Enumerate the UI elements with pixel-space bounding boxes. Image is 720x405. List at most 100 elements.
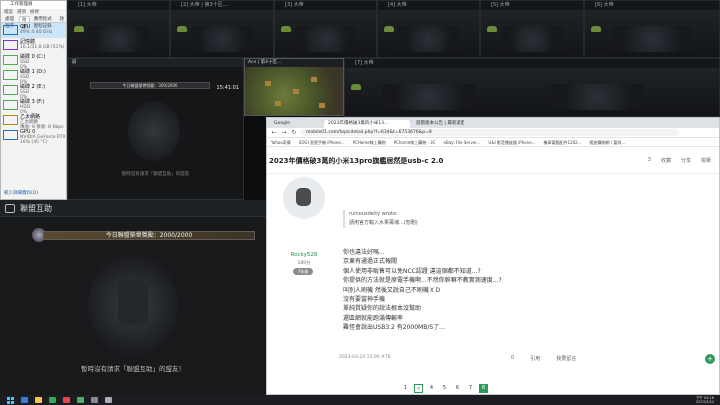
sparkline-graph <box>3 100 18 110</box>
progress-label: 今日聯盟榮譽獎勵：2000/2000 <box>105 232 193 239</box>
tab-processes[interactable]: 處理程序 <box>3 16 17 29</box>
app-icon[interactable] <box>105 397 112 403</box>
fewer-details-link[interactable]: 較少詳細資料(D) <box>4 190 38 196</box>
post-body: 你也違法好嗎... 京東有通過正式報關 個人使用非販售可以免NCC認證 違這個都不知… <box>343 248 502 333</box>
report-button[interactable]: 檢舉 <box>701 157 711 164</box>
map-view[interactable] <box>245 67 343 115</box>
tab-app-history[interactable]: 應用程式歷程記錄 <box>32 16 56 29</box>
tab-startup[interactable]: 啟 <box>58 16 67 22</box>
quote-button[interactable]: 引用 <box>530 355 540 362</box>
post-like-count[interactable]: 0 <box>511 355 514 362</box>
game-window-map[interactable]: Ace | 第4十区... <box>244 58 344 116</box>
bookmark-item[interactable]: eBay: File Server... <box>444 138 481 146</box>
page-button[interactable]: 4 <box>427 384 436 393</box>
game-tile[interactable]: [3] 大帝 <box>274 0 377 58</box>
user-name[interactable]: Rocky528 <box>279 252 329 258</box>
empty-help-message: 暫時沒有請求「聯盟互助」的盟友 <box>121 172 190 177</box>
perf-item[interactable]: 磁碟 2 (E:) SSD 0% <box>1 83 66 100</box>
reply-button[interactable]: 我要留言 <box>556 355 576 362</box>
folder-icon[interactable] <box>35 397 42 403</box>
task-manager-title: 工作管理員 <box>1 1 66 9</box>
like-count[interactable]: 3 <box>648 157 651 164</box>
game-clock: 15:41:01 <box>216 85 239 91</box>
page-button[interactable]: 7 <box>466 384 475 393</box>
sparkline-graph <box>3 25 18 35</box>
bookmark-item[interactable]: 蝦皮購物網 / 臺灣... <box>590 138 626 146</box>
panel-header: 聯盟互助 <box>0 200 266 217</box>
desktop: [1] 大帝 [2] 大帝 | 第3十区... [3] 大帝 [4] 大帝 [5… <box>0 0 720 405</box>
game-app-icon[interactable] <box>77 397 84 403</box>
prev-page-button[interactable]: < <box>414 384 423 393</box>
avatar[interactable] <box>283 177 325 219</box>
tile-title: [7] 大帝 <box>345 59 719 68</box>
game-window-alliance[interactable]: 崩 今日聯盟榮譽獎勵：300/2000 15:41:01 暫時沒有請求「聯盟互助… <box>67 58 244 200</box>
menu-file[interactable]: 檔案 <box>4 9 13 16</box>
honor-progress: 今日聯盟榮譽獎勵：300/2000 <box>90 82 210 89</box>
back-icon[interactable]: ← <box>271 129 277 136</box>
browser-tab-bar: Google 2023年價格破3萬的小米13... 遊戲版本公告 | 最新遊戲.… <box>267 118 719 128</box>
post-line: 你也違法好嗎... <box>343 249 385 256</box>
game-tile[interactable]: [2] 大帝 | 第3十区... <box>170 0 274 58</box>
perf-item[interactable]: 磁碟 3 (F:) HDD 0% <box>1 98 66 115</box>
perf-item[interactable]: 磁碟 0 (C:) SSD 0% <box>1 53 66 70</box>
task-manager-window[interactable]: 工作管理員 檔案 選項 檢視 處理程序 效能 應用程式歷程記錄 啟 CPU 49%… <box>0 0 77 200</box>
task-manager-menu: 檔案 選項 檢視 <box>1 9 66 16</box>
sparkline-graph <box>3 115 18 125</box>
fist-emblem-icon <box>88 255 178 355</box>
page-button[interactable]: 8 <box>479 384 488 393</box>
perf-item[interactable]: GPU 0NVIDIA GeForce RTX 30... 16% (45 °C… <box>1 128 77 145</box>
perf-item[interactable]: 磁碟 1 (D:) SSD 0% <box>1 68 66 85</box>
app-icon[interactable] <box>91 397 98 403</box>
post-line: 你提供的方法就是原電手機啊...不然你幹嘛不教實測速度...? <box>343 277 502 285</box>
game-tile[interactable]: [6] 大帝 <box>584 0 720 58</box>
empty-help-message: 暫時沒有請求「聯盟互助」的盟友！ <box>81 365 185 373</box>
sparkline-graph <box>3 40 18 50</box>
forward-icon[interactable]: → <box>281 129 287 136</box>
share-button[interactable]: 分享 <box>681 157 691 164</box>
topic-header: 2023年價格破3萬的小米13pro旗艦居然是usb-c 2.0 3 收藏 分享… <box>267 148 719 174</box>
bookmark-item[interactable]: PChome線上購物 - 3C <box>394 138 436 146</box>
reload-icon[interactable]: ↻ <box>291 129 297 136</box>
bookmark-item[interactable]: U&I 影音播放器 iPhone... <box>488 138 535 146</box>
menu-options[interactable]: 選項 <box>17 9 26 16</box>
alliance-help-panel[interactable]: 聯盟互助 今日聯盟榮譽獎勵：2000/2000 暫時沒有請求「聯盟互助」的盟友！ <box>0 200 266 395</box>
user-badge: 7年資 <box>293 268 313 275</box>
game-tile[interactable]: [1] 大帝 <box>67 0 170 58</box>
task-manager-tabs: 處理程序 效能 應用程式歷程記錄 啟 <box>1 16 67 30</box>
perf-item[interactable]: 乙太網路 乙太網路 傳送: 8 接收: 8 Kbps <box>1 113 66 130</box>
perf-item[interactable]: CPU 49% 4.40 GHz <box>1 23 66 38</box>
post-line: 單純質疑你的說法根本沒幫助 <box>343 305 422 313</box>
tile-title: [6] 大帝 <box>585 1 719 10</box>
bookmark-item[interactable]: Yahoo奇摩 <box>271 138 291 146</box>
topic-actions: 3 收藏 分享 檢舉 <box>648 157 711 164</box>
page-button[interactable]: 6 <box>453 384 462 393</box>
system-clock[interactable]: 下午 04:16 2023/3/24 <box>696 396 714 404</box>
start-button-icon[interactable] <box>7 396 14 404</box>
search-icon[interactable] <box>21 397 28 403</box>
tab-performance[interactable]: 效能 <box>18 16 30 30</box>
browser-window[interactable]: Google 2023年價格破3萬的小米13... 遊戲版本公告 | 最新遊戲.… <box>266 117 720 395</box>
game-tile[interactable]: [7] 大帝 <box>344 58 720 117</box>
game-window-title: 崩 <box>68 59 243 67</box>
bookmark-item[interactable]: PCHome線上購物 <box>353 138 386 146</box>
pagination: 1 <4 5 6 7 8 <box>401 384 488 393</box>
perf-item[interactable]: 記憶體 16.1/31.8 GB (51%) <box>1 38 66 53</box>
browser-tab[interactable]: 遊戲版本公告 | 最新遊戲... <box>412 120 464 128</box>
post-line: 個人使用非販售可以免NCC認證 違這個都不知道...? <box>343 267 481 275</box>
favorite-button[interactable]: 收藏 <box>661 157 671 164</box>
bookmark-item[interactable]: SOGI 直覺手機 iPhone... <box>299 138 345 146</box>
game-app-icon[interactable] <box>63 397 70 403</box>
scroll-top-icon[interactable]: + <box>705 354 715 364</box>
post-line: 叫別人刷機 然後又說自己不刷機ＸＤ <box>343 286 441 294</box>
browser-tab-active[interactable]: 2023年價格破3萬的小米13... <box>324 120 410 128</box>
page-button[interactable]: 1 <box>401 384 410 393</box>
chrome-icon[interactable] <box>49 397 56 403</box>
game-tile[interactable]: [4] 大帝 <box>377 0 480 58</box>
page-button[interactable]: 5 <box>440 384 449 393</box>
sparkline-graph <box>3 130 18 140</box>
menu-view[interactable]: 檢視 <box>30 9 39 16</box>
url-input[interactable]: mobile01.com/topicdetail.php?f=634&t=675… <box>301 129 679 136</box>
browser-tab[interactable]: Google <box>270 120 322 128</box>
game-tile[interactable]: [5] 大帝 <box>480 0 584 58</box>
bookmark-item[interactable]: 機車電腦配件1202... <box>544 138 582 146</box>
